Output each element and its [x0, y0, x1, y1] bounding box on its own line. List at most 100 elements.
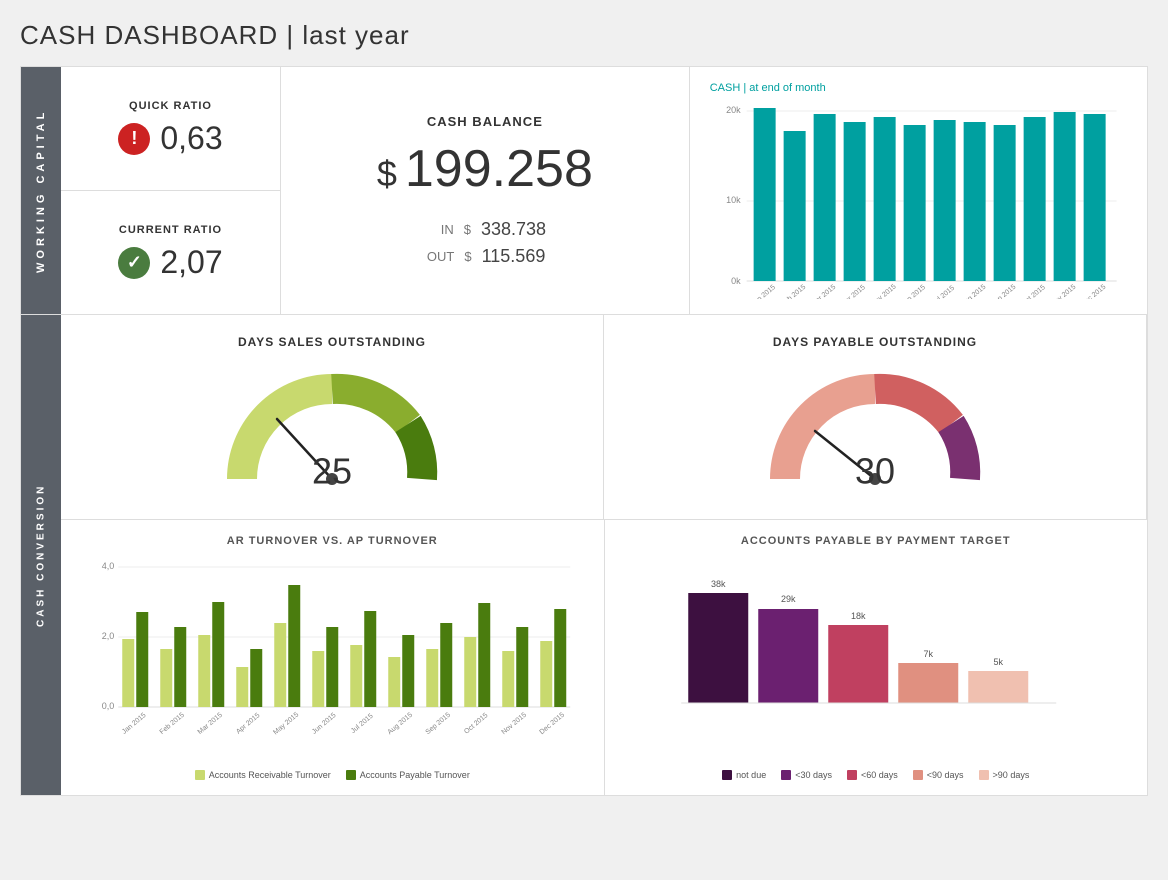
cash-in-amount: 338.738 — [481, 219, 546, 240]
svg-text:38k: 38k — [710, 579, 725, 589]
ap-notdue-legend: not due — [722, 770, 766, 780]
cash-balance-title: CASH BALANCE — [427, 114, 543, 129]
cash-in-label: IN — [424, 222, 454, 237]
ap-payment-legend: not due <30 days <60 days — [625, 770, 1128, 780]
svg-text:Mar 2015: Mar 2015 — [197, 712, 224, 736]
svg-text:Jul 2015: Jul 2015 — [350, 713, 375, 735]
cash-chart-title: CASH | at end of month — [710, 82, 1127, 94]
svg-text:Feb 2015: Feb 2015 — [159, 712, 186, 736]
svg-text:2,0: 2,0 — [102, 631, 115, 641]
bottom-charts-row: AR TURNOVER VS. AP TURNOVER 4,0 2,0 0,0 — [61, 520, 1147, 795]
60days-color — [847, 770, 857, 780]
90days-label: <90 days — [927, 770, 964, 780]
svg-text:Jun 2015: Jun 2015 — [900, 284, 927, 299]
current-ratio-icon: ✓ — [118, 247, 150, 279]
svg-text:Mar 2015: Mar 2015 — [810, 284, 837, 299]
current-ratio-row: ✓ 2,07 — [118, 244, 222, 281]
svg-text:Jun 2015: Jun 2015 — [311, 712, 338, 736]
svg-text:0,0: 0,0 — [102, 701, 115, 711]
cash-out-row: OUT $ 115.569 — [424, 246, 545, 267]
svg-text:Jan 2015: Jan 2015 — [121, 712, 148, 736]
dso-gauge-svg: 25 — [212, 359, 452, 499]
svg-text:4,0: 4,0 — [102, 561, 115, 571]
ar-ap-panel: AR TURNOVER VS. AP TURNOVER 4,0 2,0 0,0 — [61, 520, 605, 795]
svg-text:30: 30 — [855, 451, 895, 492]
svg-text:Nov 2015: Nov 2015 — [501, 711, 529, 736]
cash-main-amount: 199.258 — [405, 139, 593, 199]
dpo-title: DAYS PAYABLE OUTSTANDING — [773, 335, 977, 349]
working-capital-section: WORKING CAPITAL QUICK RATIO ! 0,63 CURRE… — [20, 66, 1148, 315]
main-content: WORKING CAPITAL QUICK RATIO ! 0,63 CURRE… — [20, 66, 1148, 796]
ap-payment-title: ACCOUNTS PAYABLE BY PAYMENT TARGET — [625, 535, 1128, 547]
svg-text:Sep 2015: Sep 2015 — [425, 711, 453, 736]
90plus-color — [979, 770, 989, 780]
ratios-panel: QUICK RATIO ! 0,63 CURRENT RATIO ✓ 2,07 — [61, 67, 281, 314]
ap-payment-svg: 38k 29k 18k 7k 5k — [625, 557, 1128, 757]
dpo-gauge-svg: 30 — [755, 359, 995, 499]
svg-text:Feb 2015: Feb 2015 — [780, 284, 807, 299]
notdue-color — [722, 770, 732, 780]
svg-text:Dec 2015: Dec 2015 — [539, 711, 567, 736]
ap-30-legend: <30 days — [781, 770, 832, 780]
ap-90-legend: <90 days — [913, 770, 964, 780]
svg-text:29k: 29k — [780, 594, 795, 604]
dso-panel: DAYS SALES OUTSTANDING — [61, 315, 604, 519]
svg-text:5k: 5k — [993, 657, 1003, 667]
cash-balance-panel: CASH BALANCE $ 199.258 IN $ 338.738 OUT — [281, 67, 690, 314]
90days-color — [913, 770, 923, 780]
quick-ratio-title: QUICK RATIO — [129, 100, 212, 112]
cash-in-dollar: $ — [464, 222, 471, 237]
60days-label: <60 days — [861, 770, 898, 780]
30days-color — [781, 770, 791, 780]
ap-90plus-legend: >90 days — [979, 770, 1030, 780]
svg-text:Apr 2015: Apr 2015 — [840, 284, 866, 299]
90plus-label: >90 days — [993, 770, 1030, 780]
svg-text:Jan 2015: Jan 2015 — [750, 284, 777, 299]
cash-conversion-section: CASH CONVERSION DAYS SALES OUTSTANDING — [20, 315, 1148, 796]
svg-text:0k: 0k — [731, 276, 741, 286]
gauges-row: DAYS SALES OUTSTANDING — [61, 315, 1147, 520]
svg-text:Nov 2015: Nov 2015 — [1050, 283, 1078, 299]
current-ratio-box: CURRENT RATIO ✓ 2,07 — [61, 191, 280, 314]
cash-bar-chart: 20k 10k 0k — [710, 99, 1127, 299]
svg-text:Jul 2015: Jul 2015 — [931, 285, 956, 299]
quick-ratio-box: QUICK RATIO ! 0,63 — [61, 67, 280, 191]
quick-ratio-icon: ! — [118, 123, 150, 155]
working-capital-label: WORKING CAPITAL — [21, 67, 61, 314]
ar-ap-svg: 4,0 2,0 0,0 — [81, 557, 584, 757]
cash-out-label: OUT — [424, 249, 454, 264]
quick-ratio-row: ! 0,63 — [118, 120, 222, 157]
svg-text:Dec 2015: Dec 2015 — [1080, 283, 1108, 299]
cash-sub-rows: IN $ 338.738 OUT $ 115.569 — [311, 219, 659, 267]
current-ratio-title: CURRENT RATIO — [119, 224, 222, 236]
30days-label: <30 days — [795, 770, 832, 780]
cash-chart-panel: CASH | at end of month 20k 10k 0k — [690, 67, 1147, 314]
svg-text:Oct 2015: Oct 2015 — [1020, 284, 1046, 299]
ar-ap-title: AR TURNOVER VS. AP TURNOVER — [81, 535, 584, 547]
svg-text:Sep 2015: Sep 2015 — [990, 283, 1018, 299]
cash-in-row: IN $ 338.738 — [424, 219, 546, 240]
ar-ap-legend: Accounts Receivable Turnover Accounts Pa… — [81, 770, 584, 780]
svg-text:10k: 10k — [726, 195, 741, 205]
cash-conversion-label: CASH CONVERSION — [21, 315, 61, 795]
cash-out-amount: 115.569 — [482, 246, 546, 267]
svg-text:Aug 2015: Aug 2015 — [387, 711, 415, 736]
ar-legend-item: Accounts Receivable Turnover — [195, 770, 331, 780]
cash-balance-main: $ 199.258 — [377, 139, 593, 199]
svg-text:Apr 2015: Apr 2015 — [235, 712, 261, 736]
ap-legend-item: Accounts Payable Turnover — [346, 770, 470, 780]
ap-payment-panel: ACCOUNTS PAYABLE BY PAYMENT TARGET 38k 2… — [605, 520, 1148, 795]
cash-currency: $ — [377, 153, 397, 195]
quick-ratio-value: 0,63 — [160, 120, 222, 157]
svg-text:18k: 18k — [850, 611, 865, 621]
current-ratio-value: 2,07 — [160, 244, 222, 281]
svg-text:Aug 2015: Aug 2015 — [960, 283, 988, 299]
ap-legend-color — [346, 770, 356, 780]
svg-text:20k: 20k — [726, 105, 741, 115]
cash-out-dollar: $ — [464, 249, 471, 264]
svg-text:7k: 7k — [923, 649, 933, 659]
notdue-label: not due — [736, 770, 766, 780]
ap-60-legend: <60 days — [847, 770, 898, 780]
svg-text:25: 25 — [312, 451, 352, 492]
page-title: CASH DASHBOARD | last year — [20, 20, 1148, 51]
